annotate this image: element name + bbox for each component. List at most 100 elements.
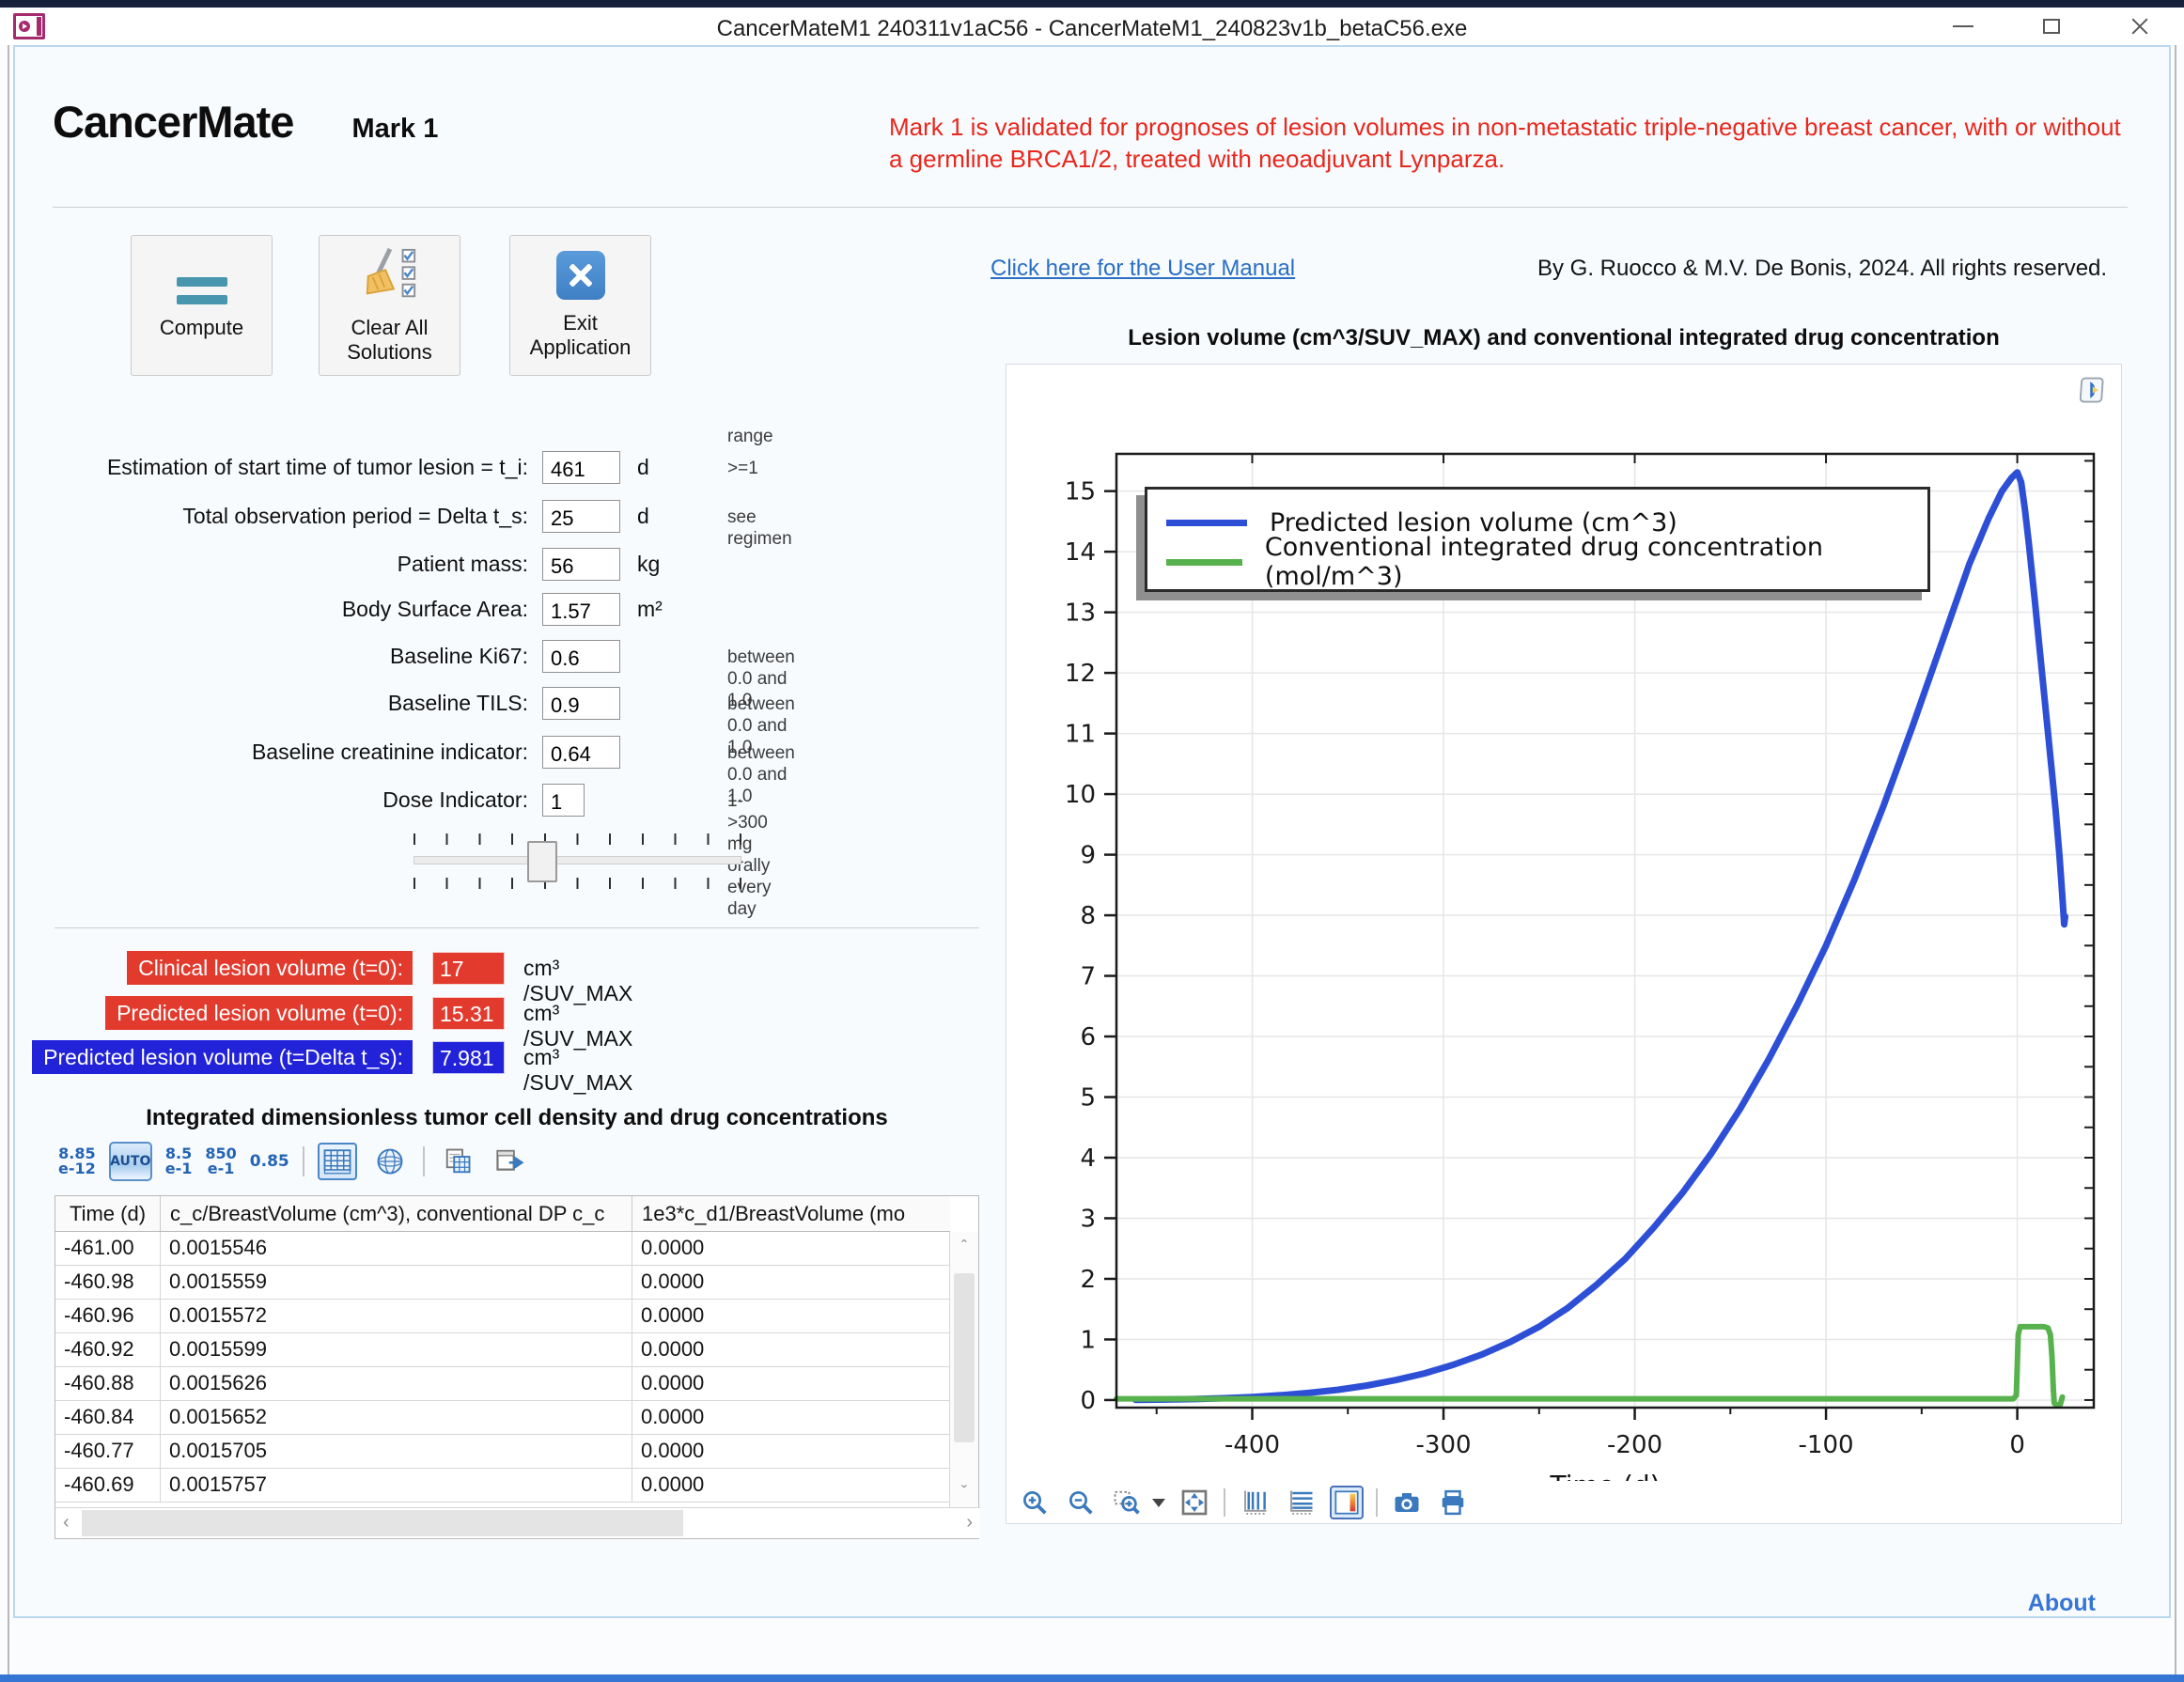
table-cell: -460.96 bbox=[55, 1300, 161, 1332]
slider-track[interactable] bbox=[413, 856, 741, 864]
scroll-left-icon[interactable]: ‹ bbox=[63, 1512, 70, 1534]
maximize-button[interactable] bbox=[2007, 8, 2096, 45]
results-divider bbox=[55, 927, 979, 928]
zoom-box-button[interactable] bbox=[1110, 1486, 1144, 1519]
start-time-field[interactable] bbox=[542, 451, 620, 484]
table-body: -461.000.00155460.0000-460.980.00155590.… bbox=[55, 1232, 950, 1503]
precision-auto-button[interactable]: AUTO bbox=[109, 1142, 152, 1181]
table-cell: 0.0000 bbox=[632, 1435, 950, 1468]
application-window: CancerMateM1 240311v1aC56 - CancerMateM1… bbox=[0, 0, 2184, 1682]
precision-decimal-button[interactable]: 0.85 bbox=[250, 1152, 289, 1171]
sphere-view-button[interactable] bbox=[370, 1143, 410, 1180]
table-grid-icon bbox=[323, 1149, 351, 1175]
table-row[interactable]: -460.880.00156260.0000 bbox=[55, 1367, 950, 1401]
baseline-creatinine-field[interactable] bbox=[542, 736, 620, 769]
precision-full-button[interactable]: 8.85e-12 bbox=[58, 1146, 96, 1176]
table-view-button[interactable] bbox=[318, 1143, 357, 1180]
svg-text:13: 13 bbox=[1065, 600, 1096, 628]
close-icon bbox=[2130, 17, 2149, 36]
x-log-scale-button[interactable] bbox=[1238, 1486, 1271, 1519]
export-table-button[interactable] bbox=[491, 1143, 530, 1180]
table-row[interactable]: -460.770.00157050.0000 bbox=[55, 1435, 950, 1469]
body-surface-area-field[interactable] bbox=[542, 593, 620, 626]
clinical-volume-value[interactable]: 17 bbox=[432, 952, 505, 985]
column-header-time[interactable]: Time (d) bbox=[55, 1196, 161, 1231]
column-header-cd1[interactable]: 1e3*c_d1/BreastVolume (mo bbox=[632, 1196, 950, 1231]
clear-all-solutions-button[interactable]: Clear All Solutions bbox=[319, 235, 460, 376]
vertical-scrollbar[interactable]: ˆ ˇ bbox=[949, 1232, 978, 1508]
scroll-up-icon[interactable]: ˆ bbox=[950, 1238, 978, 1257]
toolbar-separator bbox=[1224, 1488, 1225, 1517]
chart-title: Lesion volume (cm^3/SUV_MAX) and convent… bbox=[1006, 325, 2122, 351]
slider-thumb[interactable] bbox=[527, 841, 557, 882]
table-row[interactable]: -460.960.00155720.0000 bbox=[55, 1300, 950, 1333]
table-cell: 0.0015757 bbox=[161, 1469, 632, 1502]
table-cell: 0.0015705 bbox=[161, 1435, 632, 1468]
legend-toggle-button[interactable] bbox=[1330, 1486, 1364, 1519]
precision-engineering-button[interactable]: 850e-1 bbox=[205, 1146, 236, 1176]
svg-text:6: 6 bbox=[1080, 1023, 1096, 1051]
table-row[interactable]: -460.920.00155990.0000 bbox=[55, 1333, 950, 1367]
precision-scientific-button[interactable]: 8.5e-1 bbox=[165, 1146, 193, 1176]
table-cell: -460.77 bbox=[55, 1435, 161, 1468]
copy-table-icon bbox=[444, 1147, 472, 1176]
table-cell: -460.69 bbox=[55, 1469, 161, 1502]
zoom-mode-dropdown-icon[interactable] bbox=[1152, 1499, 1165, 1507]
svg-text:-200: -200 bbox=[1607, 1431, 1662, 1459]
baseline-ki67-field[interactable] bbox=[542, 640, 620, 673]
zoom-extents-button[interactable] bbox=[1178, 1486, 1211, 1519]
x-log-axis-icon bbox=[1240, 1488, 1269, 1517]
table-cell: -461.00 bbox=[55, 1232, 161, 1265]
table-cell: -460.84 bbox=[55, 1401, 161, 1434]
zoom-in-button[interactable] bbox=[1018, 1486, 1052, 1519]
scroll-down-icon[interactable]: ˇ bbox=[950, 1483, 978, 1503]
results-table: Time (d) c_c/BreastVolume (cm^3), conven… bbox=[55, 1195, 979, 1539]
legend-entry: Conventional integrated drug concentrati… bbox=[1166, 542, 1927, 582]
snapshot-button[interactable] bbox=[1390, 1486, 1424, 1519]
vertical-scroll-thumb[interactable] bbox=[954, 1273, 975, 1442]
svg-text:5: 5 bbox=[1080, 1084, 1096, 1113]
table-cell: 0.0000 bbox=[632, 1232, 950, 1265]
print-button[interactable] bbox=[1436, 1486, 1470, 1519]
table-section-heading: Integrated dimensionless tumor cell dens… bbox=[55, 1105, 979, 1131]
minimize-button[interactable] bbox=[1919, 8, 2007, 45]
colorbar-icon bbox=[1334, 1489, 1360, 1516]
patient-mass-field[interactable] bbox=[542, 548, 620, 581]
svg-text:15: 15 bbox=[1065, 478, 1096, 506]
scroll-right-icon[interactable]: › bbox=[966, 1512, 973, 1534]
table-cell: -460.98 bbox=[55, 1266, 161, 1299]
legend-line-green bbox=[1166, 559, 1242, 566]
exit-application-button[interactable]: Exit Application bbox=[509, 235, 651, 376]
svg-text:9: 9 bbox=[1080, 842, 1096, 870]
predicted-volume-dts-value[interactable]: 7.981 bbox=[432, 1041, 505, 1074]
baseline-tils-field[interactable] bbox=[542, 687, 620, 720]
plot-busy-icon[interactable] bbox=[2080, 376, 2108, 404]
svg-text:11: 11 bbox=[1065, 721, 1096, 749]
predicted-volume-t0-value[interactable]: 15.31 bbox=[432, 997, 505, 1030]
table-row[interactable]: -460.980.00155590.0000 bbox=[55, 1266, 950, 1300]
export-table-icon bbox=[495, 1147, 525, 1176]
observation-period-field[interactable] bbox=[542, 500, 620, 533]
svg-text:0: 0 bbox=[1080, 1387, 1096, 1415]
dose-indicator-field[interactable] bbox=[542, 784, 585, 817]
table-row[interactable]: -461.000.00155460.0000 bbox=[55, 1232, 950, 1266]
close-button[interactable] bbox=[2096, 8, 2184, 45]
table-cell: -460.92 bbox=[55, 1333, 161, 1366]
horizontal-scroll-thumb[interactable] bbox=[82, 1510, 683, 1536]
user-manual-link[interactable]: Click here for the User Manual bbox=[991, 256, 1295, 282]
zoom-out-button[interactable] bbox=[1064, 1486, 1098, 1519]
horizontal-scrollbar[interactable]: ‹ › bbox=[55, 1507, 980, 1538]
about-link[interactable]: About bbox=[2028, 1590, 2096, 1617]
copy-table-button[interactable] bbox=[438, 1143, 477, 1180]
compute-button[interactable]: Compute bbox=[131, 235, 273, 376]
toolbar-separator bbox=[303, 1146, 304, 1176]
table-cell: 0.0015626 bbox=[161, 1367, 632, 1400]
y-log-scale-button[interactable] bbox=[1284, 1486, 1318, 1519]
zoom-extents-icon bbox=[1179, 1487, 1209, 1518]
table-row[interactable]: -460.840.00156520.0000 bbox=[55, 1401, 950, 1435]
table-cell: 0.0015652 bbox=[161, 1401, 632, 1434]
model-name: Mark 1 bbox=[351, 114, 438, 145]
column-header-cc[interactable]: c_c/BreastVolume (cm^3), conventional DP… bbox=[161, 1196, 632, 1231]
header-divider bbox=[53, 207, 2128, 208]
table-row[interactable]: -460.690.00157570.0000 bbox=[55, 1469, 950, 1503]
